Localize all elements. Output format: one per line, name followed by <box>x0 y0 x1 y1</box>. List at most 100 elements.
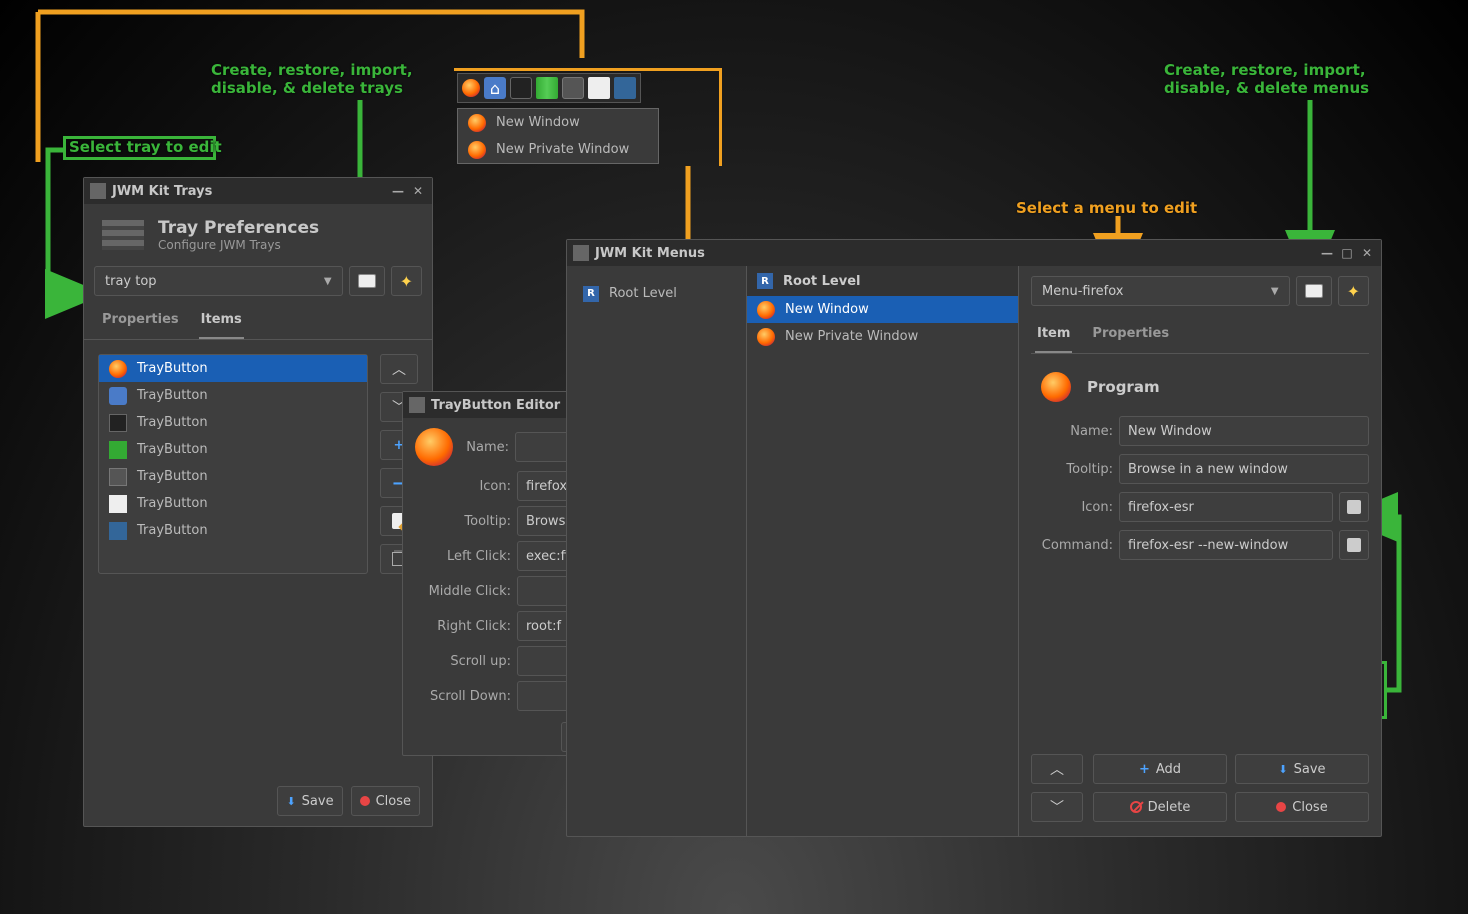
menus-titlebar: JWM Kit Menus — □ ✕ <box>567 240 1381 266</box>
m-tooltip-input[interactable]: Browse in a new window <box>1119 454 1369 484</box>
context-menu: New Window New Private Window <box>457 108 659 164</box>
m-cmd-label: Command: <box>1031 538 1113 553</box>
ctx-new-window[interactable]: New Window <box>458 109 658 136</box>
trays-titlebar: JWM Kit Trays — ✕ <box>84 178 432 204</box>
firefox-icon <box>415 428 453 466</box>
list-icon <box>573 245 589 261</box>
close-button[interactable]: ✕ <box>1359 245 1375 261</box>
home-icon <box>109 387 127 405</box>
menu-ops-button[interactable]: ✦ <box>1338 276 1369 306</box>
tray-pref-icon <box>102 220 144 250</box>
trays-save-button[interactable]: ⬇Save <box>277 786 342 816</box>
tree-root[interactable]: RRoot Level <box>573 280 740 307</box>
tray-select[interactable]: tray top▼ <box>94 266 343 296</box>
move-up-button[interactable]: ︿ <box>380 354 418 384</box>
delete-icon <box>1130 801 1142 813</box>
list-item[interactable]: TrayButton <box>99 382 367 409</box>
trays-close-button[interactable]: Close <box>351 786 420 816</box>
tab-items[interactable]: Items <box>199 306 244 339</box>
paint-icon <box>109 522 127 540</box>
drive-icon <box>1347 538 1361 552</box>
tree-header: RRoot Level <box>747 266 1018 296</box>
icon-label: Icon: <box>415 479 511 494</box>
calc-icon <box>562 77 584 99</box>
stop-icon <box>360 796 370 806</box>
maximize-button[interactable]: □ <box>1339 245 1355 261</box>
rclick-label: Right Click: <box>415 619 511 634</box>
trays-header: Tray PreferencesConfigure JWM Trays <box>84 204 432 262</box>
list-item[interactable]: TrayButton <box>99 463 367 490</box>
list-item[interactable]: TrayButton <box>99 490 367 517</box>
m-move-down-button[interactable]: ﹀ <box>1031 792 1083 822</box>
sup-label: Scroll up: <box>415 654 511 669</box>
list-item[interactable]: TrayButton <box>99 355 367 382</box>
chevron-up-icon: ︿ <box>392 359 406 379</box>
keyboard-button[interactable] <box>1296 276 1332 306</box>
tree-item-new-window[interactable]: New Window <box>747 296 1018 323</box>
plus-icon: + <box>1139 762 1150 777</box>
star-icon: ✦ <box>400 272 413 291</box>
tree-item-new-private[interactable]: New Private Window <box>747 323 1018 350</box>
notes-icon <box>588 77 610 99</box>
calc-icon <box>109 468 127 486</box>
menu-tree-pane: RRoot Level <box>567 266 747 836</box>
tab-properties[interactable]: Properties <box>100 306 181 339</box>
keyboard-button[interactable] <box>349 266 385 296</box>
tray-items-list: TrayButton TrayButton TrayButton TrayBut… <box>98 354 368 574</box>
m-close-button[interactable]: Close <box>1235 792 1369 822</box>
monitor-icon <box>109 441 127 459</box>
m-icon-input[interactable]: firefox-esr <box>1119 492 1333 522</box>
minimize-button[interactable]: — <box>1319 245 1335 261</box>
list-item[interactable]: TrayButton <box>99 436 367 463</box>
keyboard-icon <box>1305 284 1323 298</box>
m-name-input[interactable]: New Window <box>1119 416 1369 446</box>
program-label: Program <box>1087 378 1160 396</box>
trays-tabs: Properties Items <box>84 300 432 340</box>
tab-item[interactable]: Item <box>1035 320 1072 353</box>
close-button[interactable]: ✕ <box>410 183 426 199</box>
chevron-down-icon: ﹀ <box>1050 797 1064 817</box>
paint-icon <box>614 77 636 99</box>
drive-icon <box>1347 500 1361 514</box>
firefox-icon <box>1041 372 1071 402</box>
terminal-icon <box>109 414 127 432</box>
star-icon: ✦ <box>1347 282 1360 301</box>
list-item[interactable]: TrayButton <box>99 409 367 436</box>
lclick-label: Left Click: <box>415 549 511 564</box>
m-add-button[interactable]: +Add <box>1093 754 1227 784</box>
m-icon-label: Icon: <box>1031 500 1113 515</box>
tray-icon <box>90 183 106 199</box>
m-cmd-browse-button[interactable] <box>1339 530 1369 560</box>
m-name-label: Name: <box>1031 424 1113 439</box>
list-item[interactable]: TrayButton <box>99 517 367 544</box>
m-move-up-button[interactable]: ︿ <box>1031 754 1083 784</box>
m-save-button[interactable]: ⬇Save <box>1235 754 1369 784</box>
m-tooltip-label: Tooltip: <box>1031 462 1113 477</box>
stop-icon <box>1276 802 1286 812</box>
firefox-icon <box>462 79 480 97</box>
menus-window: JWM Kit Menus — □ ✕ RRoot Level RRoot Le… <box>566 239 1382 837</box>
keyboard-icon <box>358 274 376 288</box>
menu-items-pane: RRoot Level New Window New Private Windo… <box>747 266 1019 836</box>
chevron-up-icon: ︿ <box>1050 759 1064 779</box>
monitor-icon <box>536 77 558 99</box>
sdn-label: Scroll Down: <box>415 689 511 704</box>
tray-ops-button[interactable]: ✦ <box>391 266 422 296</box>
save-icon: ⬇ <box>286 795 295 808</box>
tooltip-label: Tooltip: <box>415 514 511 529</box>
home-icon: ⌂ <box>484 77 506 99</box>
m-icon-browse-button[interactable] <box>1339 492 1369 522</box>
terminal-icon <box>510 77 532 99</box>
save-icon: ⬇ <box>1278 763 1287 776</box>
name-label: Name: <box>463 440 509 455</box>
m-cmd-input[interactable]: firefox-esr --new-window <box>1119 530 1333 560</box>
tab-properties[interactable]: Properties <box>1090 320 1171 353</box>
root-icon: R <box>757 273 773 289</box>
firefox-icon <box>757 301 775 319</box>
mclick-label: Middle Click: <box>415 584 511 599</box>
m-delete-button[interactable]: Delete <box>1093 792 1227 822</box>
menu-tabs: Item Properties <box>1031 314 1369 354</box>
minimize-button[interactable]: — <box>390 183 406 199</box>
menu-select[interactable]: Menu-firefox▼ <box>1031 276 1290 306</box>
ctx-new-private[interactable]: New Private Window <box>458 136 658 163</box>
